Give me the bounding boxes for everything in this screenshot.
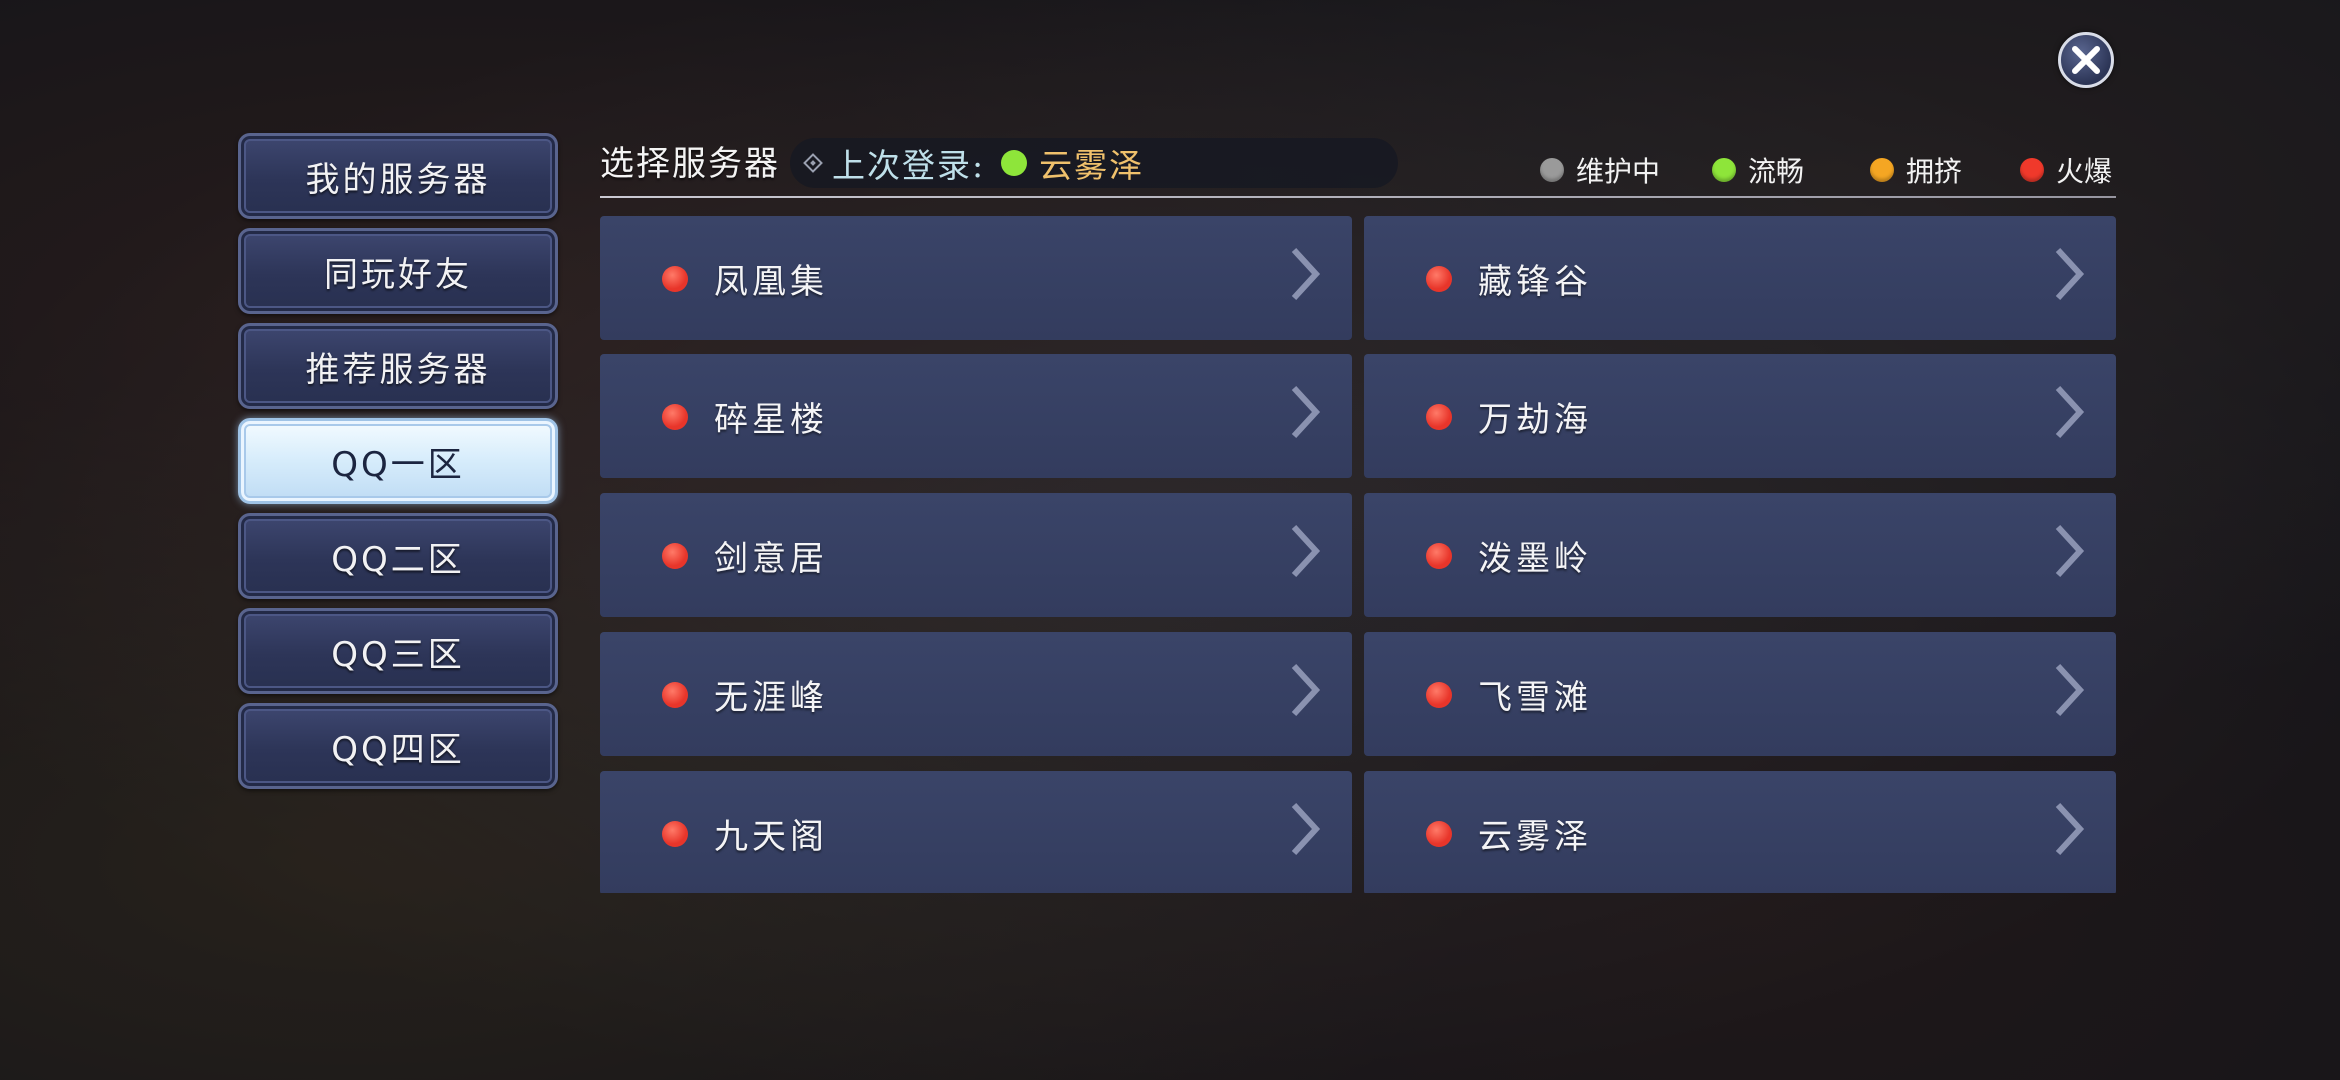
chevron-right-icon — [1291, 247, 1321, 301]
chevron-right-icon — [1291, 802, 1321, 856]
legend-item-maintenance: 维护中 — [1540, 150, 1660, 190]
sidebar-item-label: QQ四区 — [331, 729, 465, 770]
server-status-dot — [662, 682, 688, 708]
server-card[interactable]: 云雾泽 — [1364, 771, 2116, 893]
server-name: 凤凰集 — [714, 262, 828, 302]
chevron-right-icon — [2055, 663, 2085, 717]
sidebar-item-qq-zone-2[interactable]: QQ二区 — [238, 513, 558, 599]
server-card[interactable]: 剑意居 — [600, 493, 1352, 617]
legend-item-smooth: 流畅 — [1712, 150, 1804, 190]
chevron-right-icon — [1291, 524, 1321, 578]
legend-label: 维护中 — [1576, 155, 1661, 188]
server-status-dot — [1426, 543, 1452, 569]
last-login-label: 上次登录: — [832, 146, 986, 185]
legend-item-hot: 火爆 — [2020, 150, 2112, 190]
server-name: 万劫海 — [1478, 400, 1592, 440]
chevron-right-icon — [2055, 524, 2085, 578]
close-button[interactable] — [2058, 32, 2114, 88]
server-card[interactable]: 飞雪滩 — [1364, 632, 2116, 756]
chevron-right-icon — [1291, 663, 1321, 717]
server-card[interactable]: 泼墨岭 — [1364, 493, 2116, 617]
server-card[interactable]: 碎星楼 — [600, 354, 1352, 478]
sidebar-item-qq-zone-4[interactable]: QQ四区 — [238, 703, 558, 789]
sidebar-item-recommended[interactable]: 推荐服务器 — [238, 323, 558, 409]
header-divider — [600, 196, 2116, 198]
server-name: 云雾泽 — [1478, 817, 1592, 857]
server-status-dot — [662, 821, 688, 847]
server-status-dot — [662, 543, 688, 569]
server-list: 凤凰集 藏锋谷 碎星楼 万劫海 剑意居 泼墨岭 无涯峰 飞雪滩 九天阁 云雾泽 — [600, 216, 2116, 893]
sidebar-item-qq-zone-3[interactable]: QQ三区 — [238, 608, 558, 694]
sidebar-item-friends[interactable]: 同玩好友 — [238, 228, 558, 314]
server-status-dot — [1426, 266, 1452, 292]
last-login-server-name: 云雾泽 — [1039, 146, 1145, 185]
legend-label: 拥挤 — [1906, 155, 1963, 188]
diamond-icon — [803, 153, 823, 173]
legend-label: 火爆 — [2056, 155, 2113, 188]
legend-dot — [1712, 158, 1736, 182]
chevron-right-icon — [2055, 802, 2085, 856]
legend-item-crowded: 拥挤 — [1870, 150, 1962, 190]
server-card[interactable]: 无涯峰 — [600, 632, 1352, 756]
sidebar-item-label: QQ三区 — [331, 634, 465, 675]
server-status-dot — [1426, 682, 1452, 708]
server-name: 碎星楼 — [714, 400, 828, 440]
chevron-right-icon — [1291, 385, 1321, 439]
sidebar-item-label: 同玩好友 — [324, 254, 472, 295]
chevron-right-icon — [2055, 385, 2085, 439]
sidebar-item-label: 我的服务器 — [305, 159, 491, 200]
status-legend: 维护中 流畅 拥挤 火爆 — [1540, 150, 2120, 190]
server-card[interactable]: 万劫海 — [1364, 354, 2116, 478]
server-status-dot — [662, 266, 688, 292]
sidebar-item-label: QQ二区 — [331, 539, 465, 580]
sidebar-item-label: QQ一区 — [331, 444, 465, 485]
server-name: 无涯峰 — [714, 678, 828, 718]
server-card[interactable]: 凤凰集 — [600, 216, 1352, 340]
server-name: 九天阁 — [714, 817, 828, 857]
page-title: 选择服务器 — [600, 144, 780, 184]
legend-dot — [1870, 158, 1894, 182]
chevron-right-icon — [2055, 247, 2085, 301]
server-name: 剑意居 — [714, 539, 828, 579]
sidebar-item-label: 推荐服务器 — [305, 349, 491, 390]
legend-label: 流畅 — [1748, 155, 1805, 188]
last-login-bar[interactable]: 上次登录: 云雾泽 — [790, 138, 1398, 188]
close-icon — [2072, 46, 2100, 74]
server-name: 泼墨岭 — [1478, 539, 1592, 579]
legend-dot — [1540, 158, 1564, 182]
sidebar-item-qq-zone-1[interactable]: QQ一区 — [238, 418, 558, 504]
server-category-sidebar: 我的服务器 同玩好友 推荐服务器 QQ一区 QQ二区 QQ三区 QQ四区 — [238, 133, 558, 798]
server-status-dot — [1426, 821, 1452, 847]
server-name: 飞雪滩 — [1478, 678, 1592, 718]
server-status-dot — [1426, 404, 1452, 430]
sidebar-item-my-servers[interactable]: 我的服务器 — [238, 133, 558, 219]
last-login-status-dot — [1001, 150, 1028, 176]
server-name: 藏锋谷 — [1478, 262, 1592, 302]
server-card[interactable]: 九天阁 — [600, 771, 1352, 893]
server-card[interactable]: 藏锋谷 — [1364, 216, 2116, 340]
server-status-dot — [662, 404, 688, 430]
legend-dot — [2020, 158, 2044, 182]
